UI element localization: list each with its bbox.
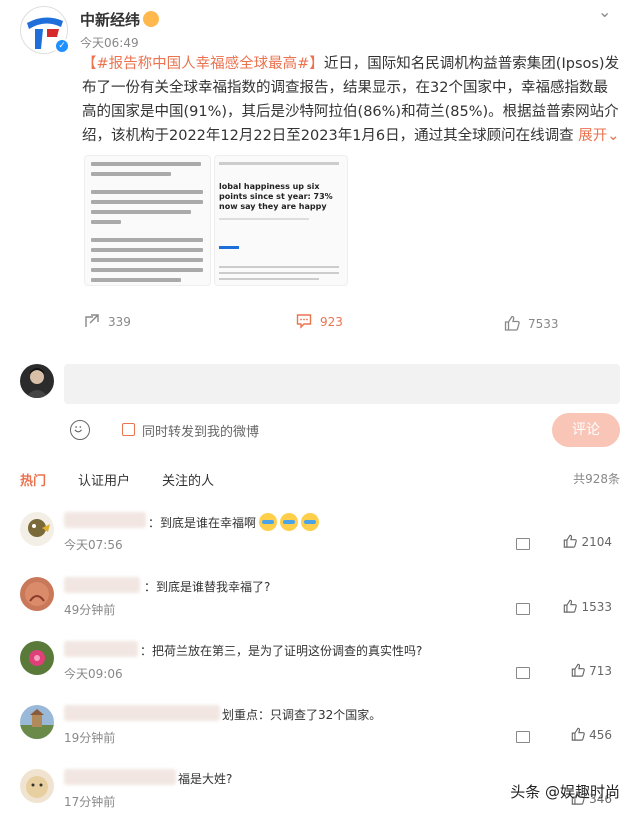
- like-button[interactable]: 7533: [504, 314, 559, 334]
- crying-emoji-icon: [301, 513, 320, 531]
- emoji-icon[interactable]: [70, 420, 90, 440]
- reply-icon[interactable]: [516, 538, 530, 550]
- commenter-avatar[interactable]: [20, 577, 54, 611]
- comment-input[interactable]: [64, 364, 620, 404]
- comment-item: ：把荷兰放在第三，是为了证明这份调查的真实性吗? 今天09:06 713: [20, 641, 620, 701]
- comment-button[interactable]: 923: [296, 312, 343, 332]
- submit-comment-button[interactable]: 评论: [552, 413, 620, 447]
- topic-link[interactable]: 【#报告称中国人幸福感全球最高#】: [82, 56, 324, 72]
- commenter-name[interactable]: [64, 769, 176, 785]
- comment-like-button[interactable]: 713: [571, 663, 612, 678]
- reply-icon[interactable]: [516, 667, 530, 679]
- watermark-text: 头条 @娱趣时尚: [510, 783, 620, 801]
- forward-icon: [85, 314, 99, 327]
- author-name[interactable]: 中新经纬: [80, 9, 160, 30]
- post-header: ✓ 中新经纬 今天06:49 ⌄: [20, 2, 620, 54]
- commenter-avatar[interactable]: [20, 641, 54, 675]
- thumbs-up-icon: [571, 663, 585, 677]
- post-image-1[interactable]: [84, 155, 211, 286]
- comment-like-button[interactable]: 2104: [563, 534, 612, 549]
- like-count: 713: [589, 664, 612, 678]
- commenter-avatar[interactable]: [20, 769, 54, 803]
- comment-item: ：到底是谁替我幸福了? 49分钟前 1533: [20, 577, 620, 637]
- comment-text: 划重点：只调查了32个国家。: [222, 708, 382, 722]
- commenter-name[interactable]: [64, 705, 220, 721]
- forward-label[interactable]: 同时转发到我的微博: [142, 421, 259, 440]
- thumbs-up-icon: [504, 315, 520, 331]
- comment-time: 今天09:06: [64, 667, 123, 681]
- forward-count: 339: [108, 315, 131, 329]
- post-actions: 339 923 7533: [0, 312, 636, 334]
- comment-time: 49分钟前: [64, 603, 116, 617]
- expand-label[interactable]: 展开: [578, 128, 607, 144]
- comment-total: 共928条: [573, 472, 620, 486]
- chevron-down-icon[interactable]: ⌄: [598, 2, 612, 21]
- comment-item: 划重点：只调查了32个国家。 19分钟前 456: [20, 705, 620, 765]
- like-count: 1533: [581, 600, 612, 614]
- comment-tabs: 热门 认证用户 关注的人 共928条: [20, 470, 620, 490]
- verified-icon: ✓: [54, 38, 70, 54]
- crying-emoji-icon: [280, 513, 299, 531]
- crying-emoji-icon: [259, 513, 278, 531]
- tab-hot[interactable]: 热门: [20, 470, 46, 489]
- comment-time: 17分钟前: [64, 795, 116, 809]
- image-headline: lobal happiness up six points since st y…: [219, 182, 333, 211]
- commenter-name[interactable]: [64, 577, 140, 593]
- comment-count: 923: [320, 315, 343, 329]
- thumbs-up-icon: [564, 599, 578, 613]
- comment-item: ：到底是谁在幸福啊 今天07:56 2104: [20, 512, 620, 572]
- post-image-2[interactable]: lobal happiness up six points since st y…: [214, 155, 348, 286]
- comment-like-button[interactable]: 1533: [563, 599, 612, 614]
- post-time[interactable]: 今天06:49: [80, 34, 139, 51]
- commenter-avatar[interactable]: [20, 512, 54, 546]
- like-count: 456: [589, 728, 612, 742]
- post-text: 【#报告称中国人幸福感全球最高#】近日，国际知名民调机构益普索集团(Ipsos)…: [82, 52, 620, 148]
- reply-icon[interactable]: [516, 603, 530, 615]
- commenter-name[interactable]: [64, 512, 146, 528]
- tab-following[interactable]: 关注的人: [162, 470, 214, 489]
- vip-badge-icon: [143, 11, 160, 27]
- tab-verified[interactable]: 认证用户: [78, 470, 130, 489]
- user-avatar[interactable]: [20, 364, 54, 398]
- comment-text: ：把荷兰放在第三，是为了证明这份调查的真实性吗?: [140, 644, 423, 658]
- author-name-text[interactable]: 中新经纬: [80, 11, 140, 29]
- commenter-name[interactable]: [64, 641, 138, 657]
- thumbs-up-icon: [571, 727, 585, 741]
- commenter-avatar[interactable]: [20, 705, 54, 739]
- comment-like-button[interactable]: 456: [571, 727, 612, 742]
- comment-time: 今天07:56: [64, 538, 123, 552]
- comment-text: 福是大姓?: [178, 772, 233, 786]
- expand-link[interactable]: 展开⌄: [578, 128, 619, 144]
- comment-time: 19分钟前: [64, 731, 116, 745]
- comment-text: ：到底是谁替我幸福了?: [144, 580, 271, 594]
- forward-checkbox[interactable]: [122, 423, 135, 436]
- like-count: 7533: [528, 317, 559, 331]
- like-count: 2104: [581, 535, 612, 549]
- forward-button[interactable]: 339: [84, 312, 131, 332]
- comment-text: ：到底是谁在幸福啊: [148, 513, 320, 531]
- comment-icon: [296, 314, 312, 329]
- thumbs-up-icon: [564, 534, 578, 548]
- reply-icon[interactable]: [516, 731, 530, 743]
